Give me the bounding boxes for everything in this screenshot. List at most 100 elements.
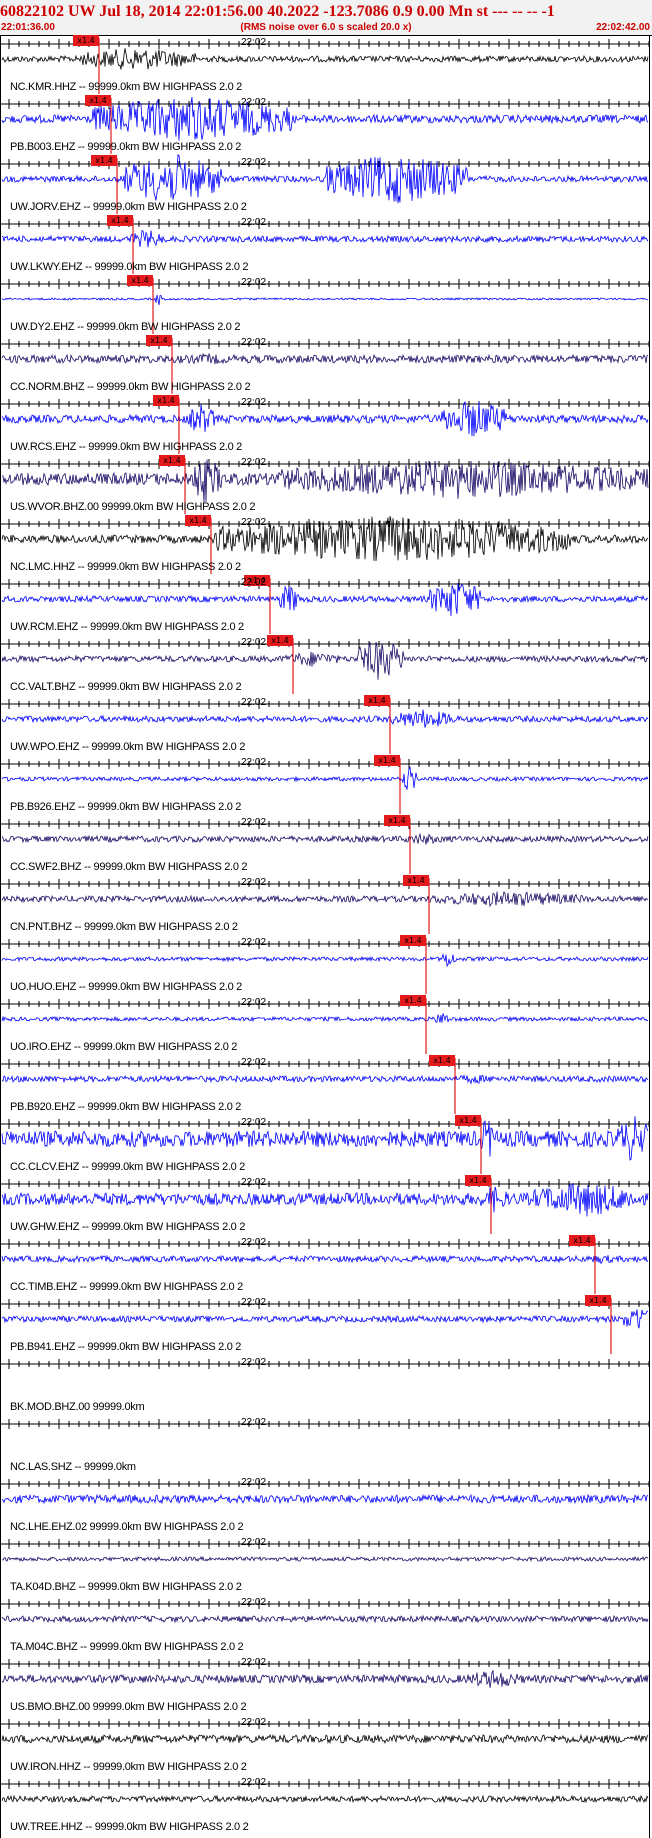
trace-label: UW.DY2.EHZ -- 99999.0km BW HIGHPASS 2.0 …	[10, 321, 241, 333]
mid-time-label: 22:02	[241, 877, 267, 888]
trace-label: UW.RCM.EHZ -- 99999.0km BW HIGHPASS 2.0 …	[10, 621, 244, 633]
time-axis	[1, 1779, 650, 1789]
time-axis	[1, 1179, 650, 1189]
waveform-trace	[1, 766, 649, 790]
mid-time-label: 22:02	[241, 1117, 267, 1128]
trace-label: CC.VALT.BHZ -- 99999.0km BW HIGHPASS 2.0…	[10, 681, 242, 693]
mid-time-label: 22:02	[241, 1777, 267, 1788]
time-axis	[1, 699, 650, 709]
seismogram-page: 60822102 UW Jul 18, 2014 22:01:56.00 40.…	[0, 0, 652, 1838]
waveform-trace	[1, 294, 649, 306]
mid-time-label: 22:02	[241, 937, 267, 948]
time-axis	[1, 219, 650, 229]
pick-marker: x1.4	[569, 1235, 595, 1246]
pick-marker: x1.4	[85, 95, 111, 106]
time-axis	[1, 1719, 650, 1729]
mid-time-label: 22:02	[241, 1357, 267, 1368]
pick-marker: x1.4	[465, 1175, 491, 1186]
trace-label: PB.B920.EHZ -- 99999.0km BW HIGHPASS 2.0…	[10, 1101, 242, 1113]
trace-label: UW.RCS.EHZ -- 99999.0km BW HIGHPASS 2.0 …	[10, 441, 243, 453]
trace-label: PB.B941.EHZ -- 99999.0km BW HIGHPASS 2.0…	[10, 1341, 242, 1353]
mid-time-label: 22:02	[241, 1297, 267, 1308]
waveform-trace	[1, 1309, 649, 1329]
waveform-trace	[1, 891, 649, 908]
time-axis	[1, 1119, 650, 1129]
time-axis	[1, 939, 650, 949]
pick-marker: x1.4	[455, 1115, 481, 1126]
trace-label: CC.CLCV.EHZ -- 99999.0km BW HIGHPASS 2.0…	[10, 1161, 245, 1173]
waveform-trace	[1, 230, 649, 248]
mid-time-label: 22:02	[241, 337, 267, 348]
trace-label: UO.IRO.EHZ -- 99999.0km BW HIGHPASS 2.0 …	[10, 1041, 238, 1053]
mid-time-label: 22:02	[241, 1057, 267, 1068]
mid-time-label: 22:02	[241, 457, 267, 468]
pick-marker: x1.4	[185, 515, 211, 526]
trace-label: UO.HUO.EHZ -- 99999.0km BW HIGHPASS 2.0 …	[10, 981, 243, 993]
pick-marker: x1.4	[384, 815, 410, 826]
mid-time-label: 22:02	[241, 277, 267, 288]
mid-time-label: 22:02	[241, 397, 267, 408]
waveform-trace	[1, 582, 649, 616]
mid-time-label: 22:02	[241, 637, 267, 648]
pick-marker: x1.4	[159, 455, 185, 466]
waveform-trace	[1, 353, 649, 365]
time-axis	[1, 819, 650, 829]
pick-marker: x1.4	[146, 335, 172, 346]
pick-marker: x1.4	[374, 755, 400, 766]
mid-time-label: 22:02	[241, 997, 267, 1008]
trace-label: UW.LKWY.EHZ -- 99999.0km BW HIGHPASS 2.0…	[10, 261, 249, 273]
trace-label: US.WVOR.BHZ.00 99999.0km BW HIGHPASS 2.0…	[10, 501, 256, 513]
mid-time-label: 22:02	[241, 1537, 267, 1548]
mid-time-label: 22:02	[241, 1597, 267, 1608]
trace-label: NC.LAS.SHZ -- 99999.0km	[10, 1461, 136, 1473]
waveform-trace	[1, 1733, 649, 1745]
waveform-trace	[2, 1555, 649, 1563]
mid-time-label: 22:02	[241, 1417, 267, 1428]
waveform-trace	[1, 1074, 649, 1085]
trace-label: US.BMO.BHZ.00 99999.0km BW HIGHPASS 2.0 …	[10, 1701, 247, 1713]
pick-marker: x1.4	[400, 935, 426, 946]
mid-time-label: 22:02	[241, 1657, 267, 1668]
mid-time-label: 22:02	[241, 577, 267, 588]
time-axis	[1, 879, 650, 889]
time-axis	[1, 579, 650, 589]
time-axis	[1, 279, 650, 289]
trace-label: PB.B926.EHZ -- 99999.0km BW HIGHPASS 2.0…	[10, 801, 242, 813]
trace-label: UW.GHW.EHZ -- 99999.0km BW HIGHPASS 2.0 …	[10, 1221, 246, 1233]
time-axis	[1, 999, 650, 1009]
trace-label: NC.LHE.EHZ.02 99999.0km BW HIGHPASS 2.0 …	[10, 1521, 244, 1533]
mid-time-label: 22:02	[241, 157, 267, 168]
time-axis	[1, 1659, 650, 1669]
pick-marker: x1.4	[400, 995, 426, 1006]
trace-label: UW.TREE.HHZ -- 99999.0km BW HIGHPASS 2.0…	[10, 1821, 249, 1833]
time-axis	[1, 1599, 650, 1609]
pick-marker: x1.4	[73, 35, 99, 46]
time-axis	[1, 1539, 650, 1549]
trace-label: CC.SWF2.BHZ -- 99999.0km BW HIGHPASS 2.0…	[10, 861, 248, 873]
pick-marker: x1.4	[153, 395, 179, 406]
waveform-trace	[1, 1794, 649, 1804]
time-axis	[1, 519, 650, 529]
time-axis	[1, 1419, 650, 1429]
trace-label: NC.KMR.HHZ -- 99999.0km BW HIGHPASS 2.0 …	[10, 81, 242, 93]
waveform-trace	[1, 1182, 649, 1217]
mid-time-label: 22:02	[241, 97, 267, 108]
trace-label: CC.NORM.BHZ -- 99999.0km BW HIGHPASS 2.0…	[10, 381, 251, 393]
pick-marker: x1.4	[403, 875, 429, 886]
waveform-trace	[1, 1669, 649, 1688]
time-axis	[1, 759, 650, 769]
mid-time-label: 22:02	[241, 817, 267, 828]
pick-marker: x1.4	[429, 1055, 455, 1066]
waveform-trace	[1, 1254, 649, 1265]
waveform-trace	[1, 953, 649, 968]
pick-marker: x1.4	[127, 275, 153, 286]
pick-marker: x1.4	[585, 1295, 611, 1306]
waveform-trace	[1, 832, 649, 845]
time-axis	[1, 459, 650, 469]
pick-marker: x1.4	[107, 215, 133, 226]
mid-time-label: 22:02	[241, 1717, 267, 1728]
waveform-trace	[1, 1493, 649, 1505]
trace-label: UW.IRON.HHZ -- 99999.0km BW HIGHPASS 2.0…	[10, 1761, 247, 1773]
mid-time-label: 22:02	[241, 37, 267, 48]
time-axis	[1, 1239, 650, 1249]
